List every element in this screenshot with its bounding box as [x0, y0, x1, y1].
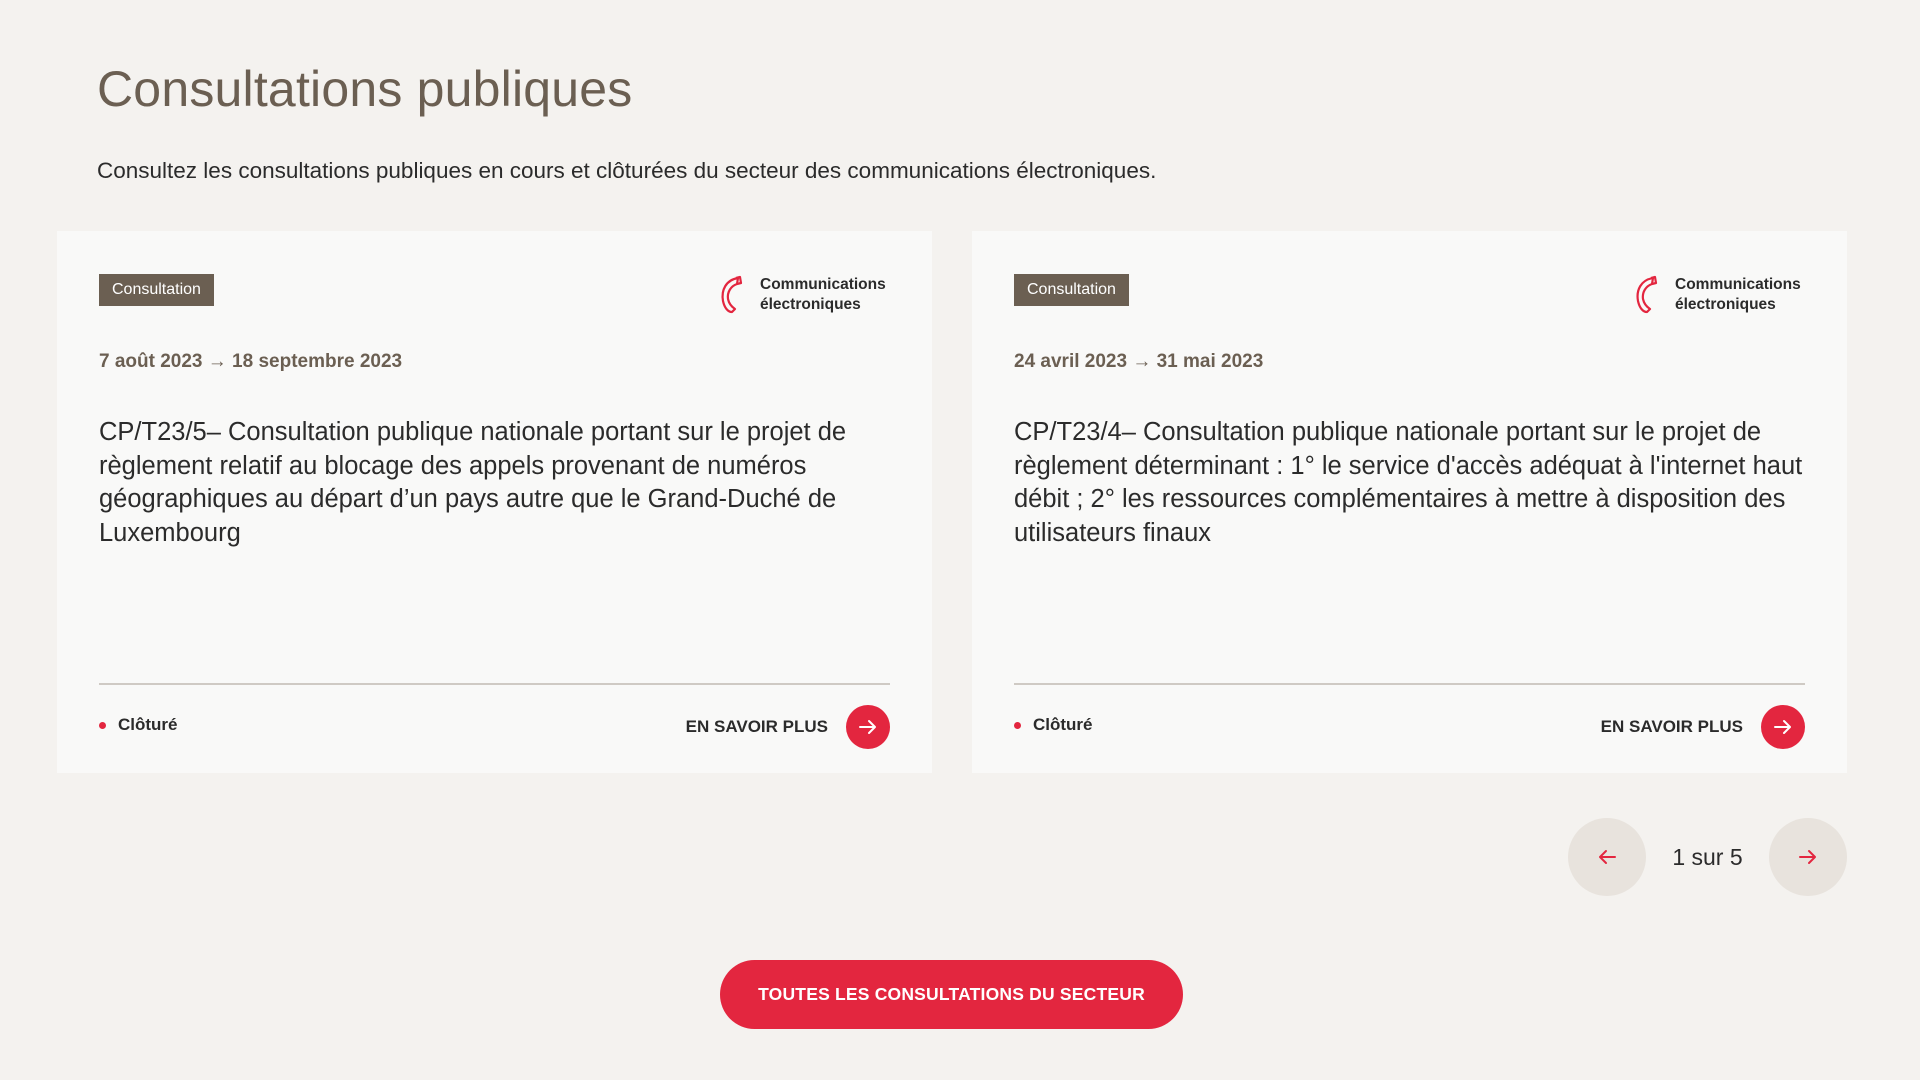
- arrow-right-icon: [1799, 850, 1816, 864]
- status-indicator: Clôturé: [99, 715, 178, 735]
- pagination: 1 sur 5: [1568, 818, 1847, 896]
- consultation-dates: 24 avril 2023 → 31 mai 2023: [1014, 351, 1264, 372]
- telephone-handset-icon: [1636, 275, 1658, 314]
- arrow-right-icon[interactable]: [1761, 705, 1805, 749]
- card-divider: [99, 683, 890, 685]
- read-more-label[interactable]: EN SAVOIR PLUS: [1601, 717, 1743, 737]
- status-dot-icon: [99, 721, 106, 729]
- all-consultations-button[interactable]: TOUTES LES CONSULTATIONS DU SECTEUR: [720, 960, 1183, 1029]
- sector-label: Communications électroniques: [1675, 275, 1805, 315]
- consultation-title[interactable]: CP/T23/4– Consultation publique national…: [1014, 416, 1814, 550]
- status-label: Clôturé: [1033, 715, 1093, 734]
- next-page-button[interactable]: [1769, 818, 1847, 896]
- sector-label-line2: électroniques: [760, 296, 861, 313]
- consultation-title[interactable]: CP/T23/5– Consultation publique national…: [99, 416, 899, 550]
- page-subtitle: Consultez les consultations publiques en…: [97, 158, 1157, 183]
- arrow-left-icon: [1599, 850, 1616, 864]
- consultation-dates: 7 août 2023 → 18 septembre 2023: [99, 351, 403, 372]
- category-badge: Consultation: [1014, 274, 1129, 306]
- page-indicator: 1 sur 5: [1672, 843, 1743, 870]
- telephone-handset-icon: [721, 275, 743, 314]
- read-more-label[interactable]: EN SAVOIR PLUS: [686, 717, 828, 737]
- sector-label: Communications électroniques: [760, 275, 890, 315]
- sector-label-line1: Communications: [1675, 276, 1801, 293]
- sector-label-line1: Communications: [760, 276, 886, 293]
- consultation-card[interactable]: Consultation Communications électronique…: [57, 231, 932, 773]
- card-divider: [1014, 683, 1805, 685]
- arrow-right-icon[interactable]: [846, 705, 890, 749]
- read-more-link[interactable]: EN SAVOIR PLUS: [686, 705, 890, 749]
- page: Consultations publiques Consultez les co…: [0, 0, 1920, 1080]
- sector-tag: Communications électroniques: [1631, 274, 1805, 316]
- status-indicator: Clôturé: [1014, 715, 1093, 735]
- previous-page-button[interactable]: [1568, 818, 1646, 896]
- status-label: Clôturé: [118, 715, 178, 734]
- sector-label-line2: électroniques: [1675, 296, 1776, 313]
- sector-tag: Communications électroniques: [716, 274, 890, 316]
- category-badge: Consultation: [99, 274, 214, 306]
- read-more-link[interactable]: EN SAVOIR PLUS: [1601, 705, 1805, 749]
- consultation-card[interactable]: Consultation Communications électronique…: [972, 231, 1847, 773]
- page-title: Consultations publiques: [97, 61, 633, 117]
- status-dot-icon: [1014, 721, 1021, 729]
